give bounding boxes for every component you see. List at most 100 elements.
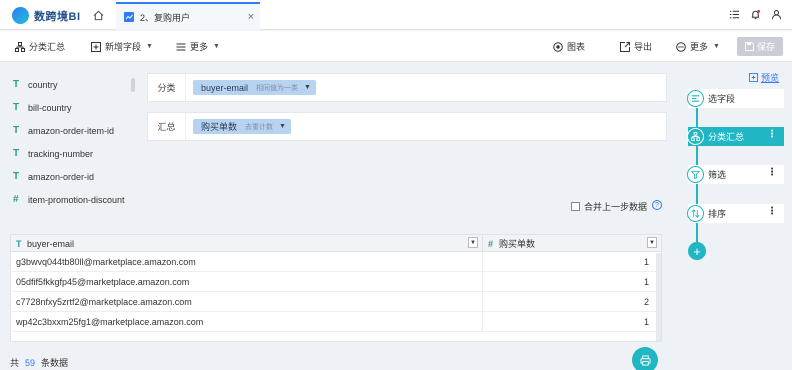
field-item[interactable]: T country xyxy=(13,79,58,90)
column-menu-icon[interactable]: ▼ xyxy=(468,237,478,248)
hierarchy-icon xyxy=(15,41,25,52)
home-button[interactable] xyxy=(84,0,112,30)
step-label: 选字段 xyxy=(708,94,736,104)
step-menu-icon[interactable]: ⋮ xyxy=(767,168,777,178)
add-field-icon xyxy=(91,41,101,52)
more-options-button[interactable]: 更多 ▼ xyxy=(676,40,720,53)
classify-summary-label: 分类汇总 xyxy=(29,42,66,52)
table-row[interactable]: c7728nfxy5zrtf2@marketplace.amazon.com 2 xyxy=(11,292,661,312)
floating-action-button[interactable] xyxy=(632,347,658,370)
field-item[interactable]: T bill-country xyxy=(13,102,72,113)
group-by-label: 分类 xyxy=(148,74,186,101)
app-name: 数跨境BI xyxy=(34,10,81,23)
text-type-icon: T xyxy=(13,171,20,182)
chart-button[interactable]: 图表 xyxy=(553,40,585,53)
notification-bell-icon[interactable] xyxy=(750,9,761,20)
save-icon xyxy=(744,42,754,51)
cell-order-count: 1 xyxy=(643,256,649,267)
new-field-button[interactable]: 新增字段 ▼ xyxy=(91,40,153,53)
field-list-scrollbar[interactable] xyxy=(131,78,135,92)
task-list-icon[interactable] xyxy=(729,9,740,20)
export-label: 导出 xyxy=(634,42,653,52)
aggregate-row: 汇总 购买单数 去重计数 ▼ xyxy=(147,112,667,141)
help-icon[interactable]: ? xyxy=(652,200,662,210)
step-select-fields[interactable]: 选字段 xyxy=(687,89,784,108)
table-scrollbar[interactable] xyxy=(656,253,661,341)
tab-label: 2、复购用户 xyxy=(140,12,191,23)
caret-down-icon[interactable]: ▼ xyxy=(304,84,311,91)
step-menu-icon[interactable]: ⋮ xyxy=(767,207,777,217)
field-item[interactable]: # item-promotion-discount xyxy=(13,194,125,205)
group-by-row: 分类 buyer-email 相同值为一类 ▼ xyxy=(147,73,667,102)
more-menu-button[interactable]: 更多 ▼ xyxy=(176,40,220,53)
aggregate-mode: 去重计数 xyxy=(245,123,274,131)
new-field-label: 新增字段 xyxy=(105,42,142,52)
field-item[interactable]: T amazon-order-id xyxy=(13,171,94,182)
column-menu-icon[interactable]: ▼ xyxy=(647,237,657,248)
step-menu-icon[interactable]: ⋮ xyxy=(767,130,777,140)
add-step-button[interactable]: + xyxy=(688,242,706,260)
caret-down-icon: ▼ xyxy=(713,43,720,50)
list-icon xyxy=(176,43,186,50)
field-item[interactable]: T amazon-order-item-id xyxy=(13,125,114,136)
text-type-icon: T xyxy=(13,148,20,159)
column-header-buyer-email[interactable]: T buyer-email ▼ xyxy=(11,235,483,252)
step-node xyxy=(687,205,704,222)
save-button[interactable]: 保存 xyxy=(737,37,783,56)
tab-repurchase-users[interactable]: 2、复购用户 × xyxy=(116,2,260,30)
logo-mark-icon xyxy=(12,7,29,24)
column-header-order-count[interactable]: # 购买单数 ▼ xyxy=(483,235,661,252)
table-row[interactable]: wp42c3bxxm25fg1@marketplace.amazon.com 1 xyxy=(11,312,661,332)
app-logo[interactable]: 数跨境BI xyxy=(12,7,81,24)
step-label: 分类汇总 xyxy=(708,132,745,142)
more-options-label: 更多 xyxy=(690,42,709,52)
export-button[interactable]: 导出 xyxy=(620,40,652,53)
step-filter[interactable]: 筛选 ⋮ xyxy=(687,165,784,184)
table-row[interactable]: g3bwvq044tb80ll@marketplace.amazon.com 1 xyxy=(11,252,661,272)
field-name: item-promotion-discount xyxy=(28,194,125,205)
caret-down-icon[interactable]: ▼ xyxy=(279,123,286,130)
cell-buyer-email: 05dfif5fkkgfp45@marketplace.amazon.com xyxy=(11,272,483,291)
merge-previous-checkbox[interactable]: 合并上一步数据 xyxy=(571,200,647,213)
step-classify-summary[interactable]: 分类汇总 ⋮ xyxy=(687,127,784,146)
table-row[interactable]: 05dfif5fkkgfp45@marketplace.amazon.com 1 xyxy=(11,272,661,292)
chart-icon xyxy=(553,41,563,52)
field-name: bill-country xyxy=(28,102,72,113)
field-item[interactable]: T tracking-number xyxy=(13,148,93,159)
preview-label: 预览 xyxy=(761,73,780,83)
step-sort[interactable]: 排序 ⋮ xyxy=(687,204,784,223)
classify-summary-button[interactable]: 分类汇总 xyxy=(15,40,65,53)
caret-down-icon: ▼ xyxy=(213,43,220,50)
chart-label: 图表 xyxy=(567,42,586,52)
print-icon xyxy=(639,354,651,366)
step-node xyxy=(687,166,704,183)
hierarchy-icon xyxy=(691,132,700,141)
filter-icon xyxy=(691,170,700,179)
data-table: T buyer-email ▼ # 购买单数 ▼ g3bwvq044tb80ll… xyxy=(10,234,662,342)
record-count: 共 59 条数据 xyxy=(10,356,68,369)
user-icon[interactable] xyxy=(771,9,782,20)
checkbox[interactable] xyxy=(571,202,580,211)
group-by-chip[interactable]: buyer-email 相同值为一类 ▼ xyxy=(193,80,316,95)
caret-down-icon: ▼ xyxy=(146,43,153,50)
column-name: buyer-email xyxy=(27,238,75,249)
step-node xyxy=(687,90,704,107)
sort-icon xyxy=(691,209,700,218)
number-type-icon: # xyxy=(488,238,494,249)
cell-buyer-email: g3bwvq044tb80ll@marketplace.amazon.com xyxy=(11,252,483,271)
chart-tab-icon xyxy=(124,12,134,22)
record-count-suffix: 条数据 xyxy=(41,358,69,368)
text-type-icon: T xyxy=(16,238,22,249)
text-type-icon: T xyxy=(13,79,20,90)
field-name: country xyxy=(28,79,58,90)
more-label: 更多 xyxy=(190,42,209,52)
preview-link[interactable]: 预览 xyxy=(749,71,779,84)
aggregate-chip[interactable]: 购买单数 去重计数 ▼ xyxy=(193,119,291,134)
cell-buyer-email: c7728nfxy5zrtf2@marketplace.amazon.com xyxy=(11,292,483,311)
preview-icon xyxy=(749,73,758,82)
home-icon xyxy=(93,10,103,20)
column-name: 购买单数 xyxy=(499,239,536,249)
select-fields-icon xyxy=(691,95,700,102)
close-icon[interactable]: × xyxy=(248,11,254,23)
step-label: 排序 xyxy=(708,209,727,219)
